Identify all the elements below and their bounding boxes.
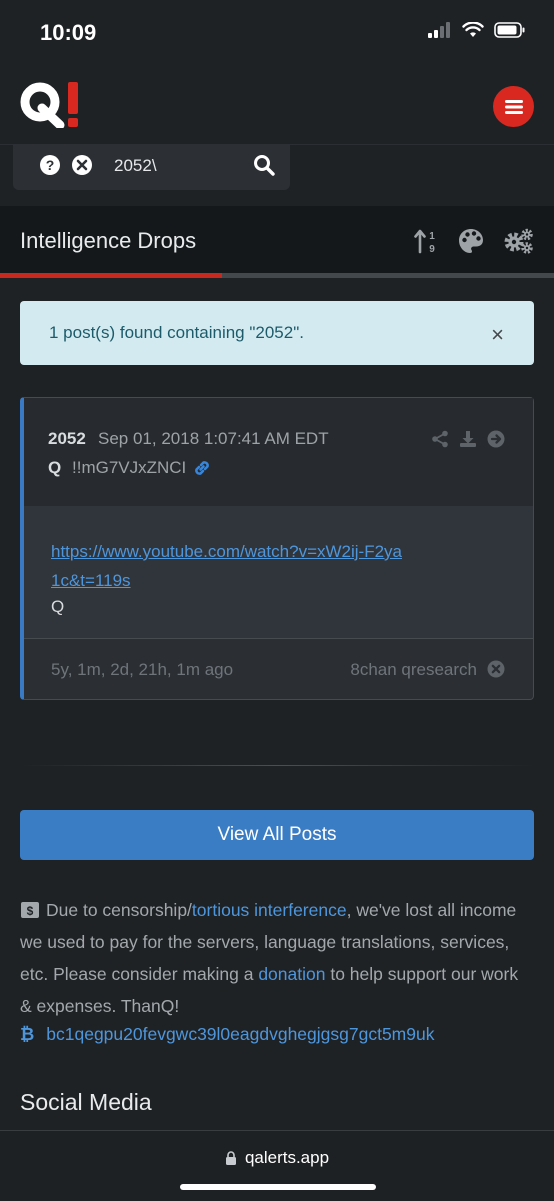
post-card: 2052 Sep 01, 2018 1:07:41 AM EDT Q !!mG7… xyxy=(20,397,534,700)
search-input[interactable]: 2052\ xyxy=(114,156,157,176)
sort-icon[interactable]: 1 9 xyxy=(414,228,438,254)
progress-fill xyxy=(0,273,222,278)
link-icon[interactable] xyxy=(192,458,212,478)
notice-text-1: Due to censorship/ xyxy=(46,900,192,920)
post-age: 5y, 1m, 2d, 21h, 1m ago xyxy=(51,660,234,679)
btc-address[interactable]: bc1qegpu20fevgwc39l0eagdvghegjgsg7gct5m9… xyxy=(46,1024,434,1044)
post-author: Q xyxy=(48,458,62,477)
q-logo[interactable] xyxy=(20,80,84,128)
alert-message: 1 post(s) found containing "2052". xyxy=(49,323,304,342)
post-number[interactable]: 2052 xyxy=(48,429,86,449)
header-actions: 1 9 xyxy=(414,228,534,254)
settings-icon[interactable] xyxy=(504,228,534,254)
wifi-icon xyxy=(462,22,484,37)
progress-bar xyxy=(0,273,554,278)
tortious-interference-link[interactable]: tortious interference xyxy=(192,900,347,920)
page-title: Intelligence Drops xyxy=(20,228,197,253)
url-text[interactable]: qalerts.app xyxy=(245,1148,329,1168)
section-header: Intelligence Drops 1 9 xyxy=(0,206,554,273)
post-signature: Q xyxy=(51,597,65,616)
status-time: 10:09 xyxy=(40,20,97,45)
post-body: https://www.youtube.com/watch?v=xW2ij-F2… xyxy=(24,506,533,639)
social-media-heading: Social Media xyxy=(20,1089,152,1115)
lock-icon xyxy=(225,1151,236,1165)
search-bar: ? 2052\ xyxy=(13,144,290,190)
bitcoin-icon: ₿ xyxy=(20,1024,35,1044)
battery-icon xyxy=(494,22,525,38)
post-source: 8chan qresearch xyxy=(350,660,477,679)
status-bar: 10:09 xyxy=(0,0,554,66)
share-icon[interactable] xyxy=(431,430,449,448)
view-all-posts-button[interactable]: View All Posts xyxy=(20,810,534,860)
signal-icon xyxy=(428,22,450,38)
donation-notice: $ Due to censorship/tortious interferenc… xyxy=(20,894,534,1022)
post-link[interactable]: https://www.youtube.com/watch?v=xW2ij-F2… xyxy=(51,537,411,595)
btc-address-row: ₿ bc1qegpu20fevgwc39l0eagdvghegjgsg7gct5m… xyxy=(20,1024,434,1045)
browser-url-bar: qalerts.app xyxy=(0,1130,554,1201)
svg-text:1: 1 xyxy=(429,231,435,242)
search-icon[interactable] xyxy=(253,154,275,176)
clear-search-icon[interactable] xyxy=(71,154,93,176)
top-navbar xyxy=(0,66,554,145)
hamburger-icon xyxy=(504,99,523,114)
svg-text:?: ? xyxy=(46,157,55,173)
divider xyxy=(20,765,534,766)
help-icon[interactable]: ? xyxy=(39,154,61,176)
post-tripcode: !!mG7VJxZNCI xyxy=(72,458,187,477)
post-footer: 5y, 1m, 2d, 21h, 1m ago 8chan qresearch xyxy=(24,638,533,698)
svg-text:9: 9 xyxy=(429,244,435,254)
close-icon[interactable] xyxy=(487,660,505,678)
money-icon: $ xyxy=(21,902,39,918)
alert-close-button[interactable]: × xyxy=(491,324,504,346)
download-icon[interactable] xyxy=(459,430,477,448)
post-actions xyxy=(431,430,505,448)
url-container[interactable]: qalerts.app xyxy=(0,1148,554,1168)
svg-text:$: $ xyxy=(27,904,34,918)
search-result-alert: 1 post(s) found containing "2052". × xyxy=(20,301,534,365)
post-header: 2052 Sep 01, 2018 1:07:41 AM EDT Q !!mG7… xyxy=(24,398,533,507)
donation-link[interactable]: donation xyxy=(258,964,325,984)
palette-icon[interactable] xyxy=(458,228,484,254)
home-indicator[interactable] xyxy=(180,1184,376,1190)
menu-button[interactable] xyxy=(493,86,534,127)
arrow-right-circle-icon[interactable] xyxy=(487,430,505,448)
post-date: Sep 01, 2018 1:07:41 AM EDT xyxy=(98,429,329,448)
status-icons xyxy=(428,22,526,38)
